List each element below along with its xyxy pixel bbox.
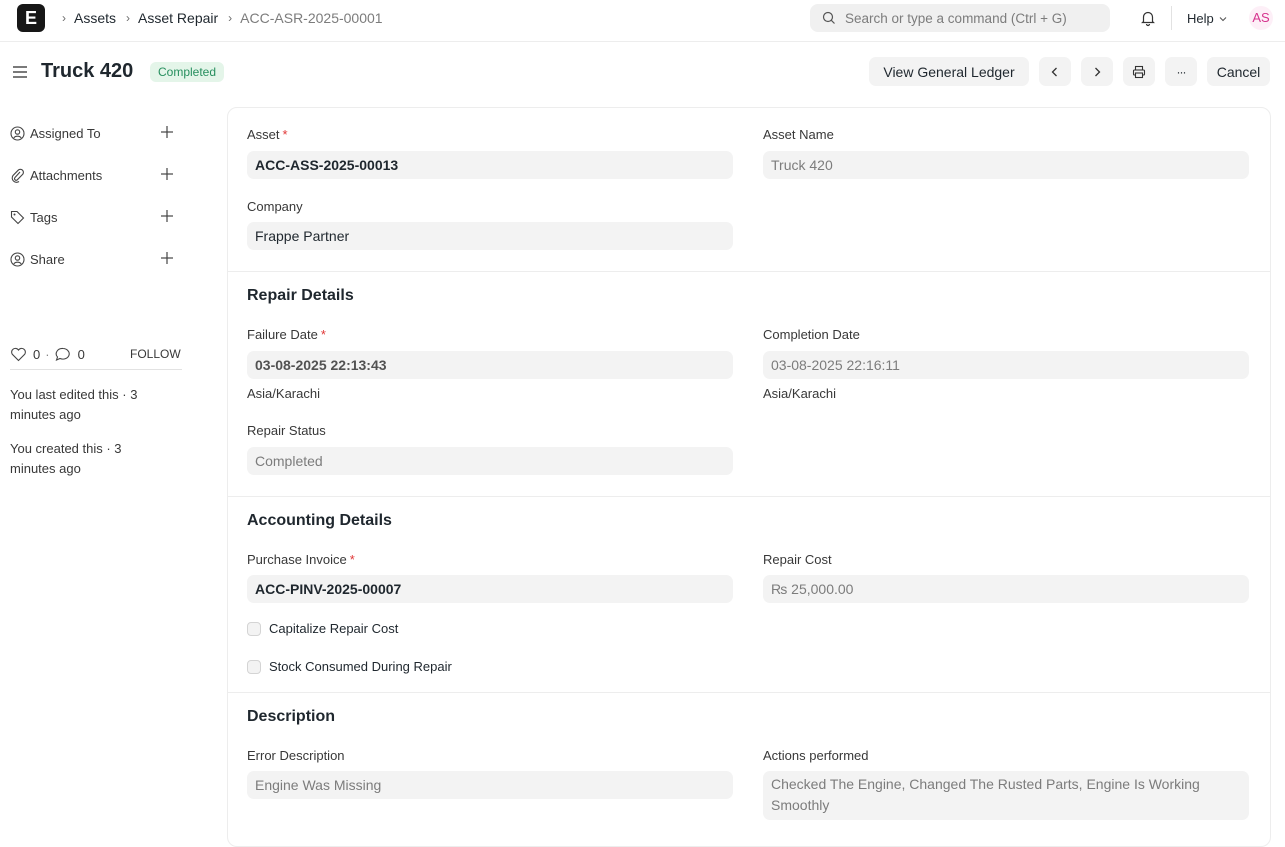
help-label: Help — [1187, 11, 1214, 26]
share-user-icon — [10, 251, 26, 267]
company-field[interactable]: Frappe Partner — [247, 222, 733, 250]
repair-status-field[interactable]: Completed — [247, 447, 733, 475]
stock-consumed-checkbox[interactable]: Stock Consumed During Repair — [247, 659, 452, 674]
more-actions-button[interactable]: ··· — [1165, 57, 1197, 86]
repair-cost-label: Repair Cost — [763, 552, 832, 567]
chevron-down-icon — [1219, 16, 1227, 21]
tag-icon — [10, 210, 26, 225]
cancel-button[interactable]: Cancel — [1207, 57, 1270, 86]
sidebar-item-label: Share — [30, 251, 65, 267]
asset-field[interactable]: ACC-ASS-2025-00013 — [247, 151, 733, 179]
chevron-right-icon: › — [126, 11, 131, 25]
search-icon — [822, 11, 835, 24]
accounting-details-heading[interactable]: Accounting Details — [247, 512, 392, 530]
heart-icon[interactable] — [10, 347, 27, 362]
paperclip-icon — [10, 168, 26, 183]
follow-button[interactable]: FOLLOW — [130, 347, 181, 361]
divider — [1171, 6, 1172, 30]
printer-icon — [1132, 65, 1146, 78]
section-divider — [228, 271, 1270, 272]
completion-date-label: Completion Date — [763, 327, 860, 342]
separator-dot: · — [45, 346, 50, 362]
search-input[interactable]: Search or type a command (Ctrl + G) — [810, 4, 1110, 32]
asset-repair-form: Asset * ACC-ASS-2025-00013 Asset Name Tru… — [227, 107, 1271, 847]
app-logo[interactable]: E — [17, 4, 45, 32]
sidebar-item-share[interactable]: Share — [10, 238, 182, 280]
sidebar-item-assigned-to[interactable]: Assigned To — [10, 112, 182, 154]
sidebar-item-tags[interactable]: Tags — [10, 196, 182, 238]
actions-performed-label: Actions performed — [763, 748, 869, 763]
chevron-left-icon — [1051, 67, 1057, 76]
view-general-ledger-button[interactable]: View General Ledger — [869, 57, 1029, 86]
asset-label: Asset * — [247, 127, 288, 142]
repair-status-label: Repair Status — [247, 423, 326, 438]
repair-details-heading[interactable]: Repair Details — [247, 287, 354, 305]
chevron-right-icon: › — [228, 11, 233, 25]
next-doc-button[interactable] — [1081, 57, 1113, 86]
form-sidebar: Assigned To Attachments Tags Share 0 · 0… — [10, 112, 182, 476]
actions-performed-field[interactable]: Checked The Engine, Changed The Rusted P… — [763, 771, 1249, 820]
breadcrumb-asset-repair[interactable]: Asset Repair — [138, 10, 218, 26]
failure-date-field[interactable]: 03-08-2025 22:13:43 — [247, 351, 733, 379]
avatar[interactable]: AS — [1249, 6, 1273, 30]
purchase-invoice-label: Purchase Invoice * — [247, 552, 355, 567]
chevron-right-icon — [1095, 67, 1101, 76]
notification-bell-icon[interactable] — [1139, 9, 1157, 30]
breadcrumb-current[interactable]: ACC-ASR-2025-00001 — [240, 10, 382, 26]
user-assign-icon — [10, 125, 26, 141]
asset-name-label: Asset Name — [763, 127, 834, 142]
last-edited-note: You last edited this · 3 minutes ago — [10, 387, 138, 422]
add-icon[interactable] — [160, 167, 174, 181]
search-placeholder: Search or type a command (Ctrl + G) — [845, 10, 1067, 26]
completion-date-field[interactable]: 03-08-2025 22:16:11 — [763, 351, 1249, 379]
add-icon[interactable] — [160, 251, 174, 265]
checkbox-box[interactable] — [247, 659, 261, 674]
checkbox-label: Capitalize Repair Cost — [269, 621, 399, 636]
engagement-stats: 0 · 0 FOLLOW — [10, 338, 182, 370]
page-header: Truck 420 Completed View General Ledger … — [0, 42, 1285, 102]
description-heading[interactable]: Description — [247, 708, 335, 726]
more-icon: ··· — [1176, 64, 1187, 79]
section-divider — [228, 692, 1270, 693]
capitalize-repair-cost-checkbox[interactable]: Capitalize Repair Cost — [247, 621, 398, 636]
section-divider — [228, 496, 1270, 497]
breadcrumb-assets[interactable]: Assets — [74, 10, 116, 26]
company-label: Company — [247, 199, 303, 214]
sidebar-item-label: Assigned To — [30, 125, 101, 141]
sidebar-toggle-icon[interactable] — [12, 64, 28, 83]
asset-name-field[interactable]: Truck 420 — [763, 151, 1249, 179]
sidebar-item-attachments[interactable]: Attachments — [10, 154, 182, 196]
status-badge: Completed — [150, 62, 225, 82]
comment-count: 0 — [77, 346, 85, 362]
page-title: Truck 420 — [41, 60, 134, 82]
repair-cost-field[interactable]: ₨ 25,000.00 — [763, 575, 1249, 603]
navbar: E › Assets › Asset Repair › ACC-ASR-2025… — [0, 0, 1285, 42]
previous-doc-button[interactable] — [1039, 57, 1071, 86]
error-description-label: Error Description — [247, 748, 345, 763]
failure-date-label: Failure Date * — [247, 327, 326, 342]
checkbox-label: Stock Consumed During Repair — [269, 659, 452, 674]
purchase-invoice-field[interactable]: ACC-PINV-2025-00007 — [247, 575, 733, 603]
failure-timezone: Asia/Karachi — [247, 386, 320, 401]
add-icon[interactable] — [160, 125, 174, 139]
checkbox-box[interactable] — [247, 621, 261, 636]
comment-icon[interactable] — [55, 347, 71, 362]
completion-timezone: Asia/Karachi — [763, 386, 836, 401]
created-note: You created this · 3 minutes ago — [10, 441, 122, 476]
error-description-field[interactable]: Engine Was Missing — [247, 771, 733, 799]
sidebar-item-label: Attachments — [30, 167, 103, 183]
add-icon[interactable] — [160, 209, 174, 223]
breadcrumb: › Assets › Asset Repair › ACC-ASR-2025-0… — [58, 10, 383, 26]
like-count: 0 — [33, 346, 41, 362]
help-dropdown[interactable]: Help — [1187, 11, 1228, 26]
chevron-right-icon: › — [62, 11, 66, 25]
sidebar-item-label: Tags — [30, 209, 58, 225]
print-button[interactable] — [1123, 57, 1155, 86]
divider — [10, 369, 182, 370]
